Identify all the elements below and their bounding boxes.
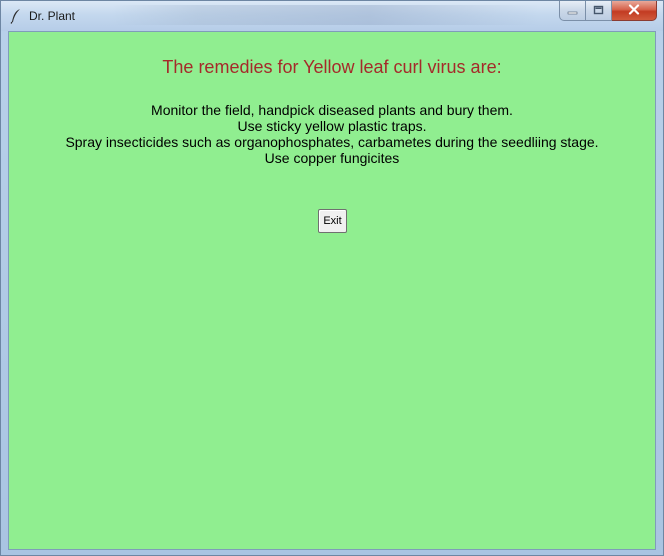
exit-button[interactable]: Exit: [318, 209, 347, 233]
remedies-heading: The remedies for Yellow leaf curl virus …: [162, 57, 502, 77]
minimize-icon: [567, 2, 578, 20]
title-bar[interactable]: Dr. Plant: [1, 1, 663, 31]
maximize-icon: [593, 2, 604, 20]
feather-icon: [9, 8, 23, 24]
window-title: Dr. Plant: [29, 9, 76, 23]
remedy-line: Monitor the field, handpick diseased pla…: [151, 102, 513, 118]
app-window: Dr. Plant The remedies for Yellow leaf c…: [0, 0, 664, 556]
remedy-line: Use sticky yellow plastic traps.: [237, 118, 427, 134]
minimize-button[interactable]: [559, 1, 586, 21]
content-area: The remedies for Yellow leaf curl virus …: [8, 31, 656, 550]
remedies-list: Monitor the field, handpick diseased pla…: [9, 102, 655, 166]
remedy-line: Spray insecticides such as organophospha…: [65, 134, 599, 150]
close-icon: [628, 2, 640, 20]
close-button[interactable]: [612, 1, 657, 21]
maximize-button[interactable]: [586, 1, 612, 21]
window-controls: [559, 1, 657, 23]
title-bar-background: [111, 5, 541, 25]
remedy-line: Use copper fungicites: [264, 150, 400, 166]
